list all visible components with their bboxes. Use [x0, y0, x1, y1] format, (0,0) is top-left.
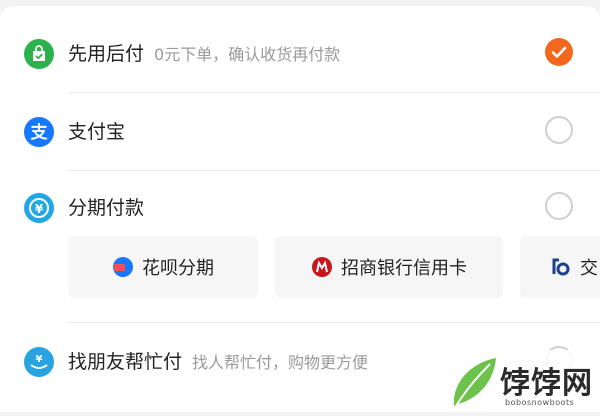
- svg-text:支: 支: [31, 122, 49, 143]
- alipay-icon: 支: [24, 117, 54, 147]
- cmb-bank-icon: [311, 256, 333, 278]
- huabei-icon: [112, 256, 134, 278]
- payment-option-installment[interactable]: ¥ 分期付款: [0, 168, 600, 246]
- option-subtitle: 0元下单，确认收货再付款: [154, 45, 341, 64]
- chip-bocom[interactable]: 交: [520, 236, 600, 298]
- radio-unchecked[interactable]: [545, 116, 573, 144]
- payment-option-alipay[interactable]: 支 支付宝: [0, 92, 600, 170]
- watermark-text: 饽饽网: [500, 366, 593, 401]
- checkmark-icon: [551, 46, 567, 58]
- radio-unchecked[interactable]: [545, 192, 573, 220]
- chip-label: 招商银行信用卡: [341, 258, 467, 279]
- installment-icon: ¥: [24, 193, 54, 223]
- chip-label: 交: [580, 258, 598, 279]
- chip-label: 花呗分期: [142, 258, 214, 279]
- bocom-bank-icon: [550, 256, 572, 278]
- installment-chips: 花呗分期 招商银行信用卡 交: [0, 236, 600, 298]
- option-label: 找朋友帮忙付: [68, 351, 183, 373]
- chip-cmb[interactable]: 招商银行信用卡: [275, 236, 503, 298]
- svg-text:¥: ¥: [35, 202, 44, 216]
- chip-huabei[interactable]: 花呗分期: [68, 236, 258, 298]
- friend-pay-icon: ¥: [24, 347, 54, 377]
- svg-text:¥: ¥: [36, 354, 43, 365]
- bag-check-icon: [24, 39, 54, 69]
- radio-checked[interactable]: [545, 38, 573, 66]
- option-subtitle: 找人帮忙付，购物更方便: [192, 353, 369, 372]
- watermark-subtext: bobosnowboots: [505, 398, 575, 407]
- option-label: 分期付款: [68, 197, 145, 219]
- option-label: 先用后付: [68, 43, 145, 65]
- payment-option-pay-later[interactable]: 先用后付 0元下单，确认收货再付款: [0, 14, 600, 92]
- option-label: 支付宝: [68, 121, 126, 143]
